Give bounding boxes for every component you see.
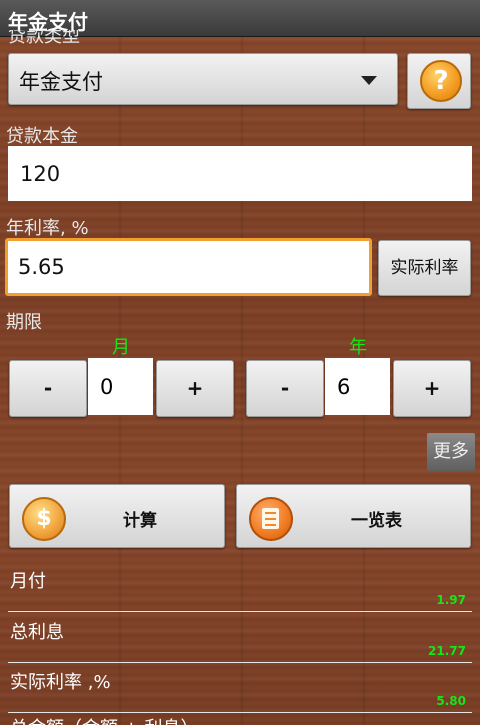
- months-input[interactable]: 0: [88, 358, 153, 415]
- result-value-monthly: 1.97: [436, 593, 466, 607]
- months-label: 月: [112, 337, 130, 358]
- months-plus-button[interactable]: +: [156, 360, 234, 417]
- principal-input[interactable]: 120: [8, 146, 472, 201]
- term-label: 期限: [6, 312, 42, 333]
- result-label-total-interest: 总利息: [10, 622, 64, 643]
- years-value: 6: [337, 374, 351, 399]
- rate-input[interactable]: 5.65: [5, 238, 372, 296]
- divider: [8, 611, 472, 612]
- months-value: 0: [100, 374, 114, 399]
- rate-value: 5.65: [18, 255, 65, 279]
- dropdown-arrow-icon: [361, 76, 377, 85]
- calculate-button[interactable]: $ 计算: [9, 484, 225, 548]
- loan-type-label: 贷款类型: [8, 30, 80, 44]
- result-label-monthly: 月付: [10, 571, 46, 592]
- schedule-list-icon: [249, 497, 293, 541]
- months-minus-button[interactable]: -: [9, 360, 87, 417]
- result-value-effective-rate: 5.80: [436, 694, 466, 708]
- years-plus-button[interactable]: +: [393, 360, 471, 417]
- question-mark-icon: ?: [420, 60, 462, 102]
- years-label: 年: [349, 337, 367, 358]
- effective-rate-button[interactable]: 实际利率: [378, 240, 471, 296]
- calculate-label: 计算: [123, 511, 157, 531]
- result-label-effective-rate: 实际利率 ,%: [10, 672, 111, 693]
- more-button[interactable]: 更多: [427, 433, 475, 471]
- loan-type-dropdown[interactable]: 年金支付: [8, 53, 398, 105]
- years-input[interactable]: 6: [325, 358, 390, 415]
- result-value-total-interest: 21.77: [428, 644, 466, 658]
- divider: [8, 712, 472, 713]
- years-minus-button[interactable]: -: [246, 360, 324, 417]
- schedule-button[interactable]: 一览表: [236, 484, 471, 548]
- principal-label: 贷款本金: [6, 126, 78, 147]
- result-label-total-amount: 总金额（金额 + 利息）: [10, 714, 199, 725]
- loan-type-value: 年金支付: [19, 70, 103, 94]
- rate-label: 年利率, %: [6, 218, 89, 239]
- help-button[interactable]: ?: [407, 53, 471, 109]
- coins-icon: $: [22, 497, 66, 541]
- schedule-label: 一览表: [351, 511, 402, 531]
- divider: [8, 662, 472, 663]
- principal-value: 120: [20, 161, 61, 186]
